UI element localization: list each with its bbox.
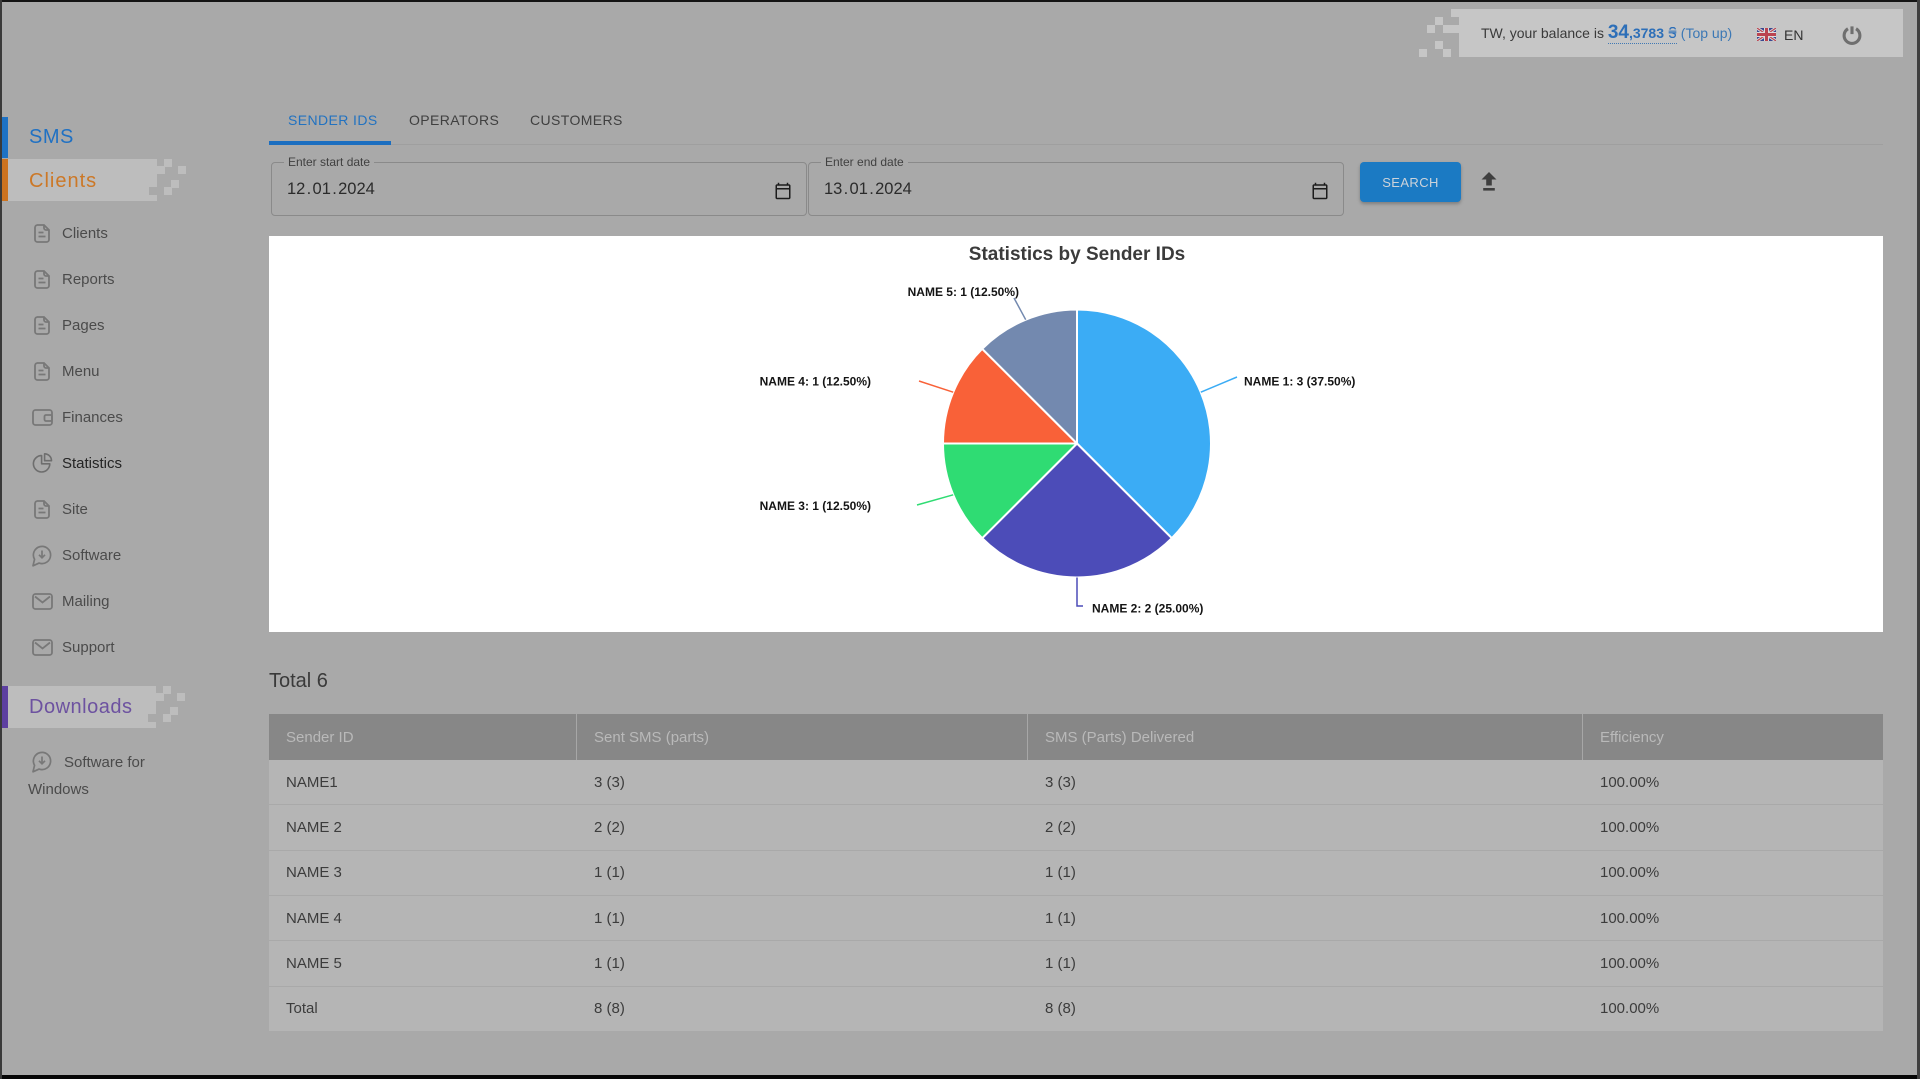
svg-text:NAME 3: 1 (12.50%): NAME 3: 1 (12.50%) xyxy=(760,499,871,513)
svg-text:NAME 1: 3 (37.50%): NAME 1: 3 (37.50%) xyxy=(1244,375,1355,389)
svg-text:NAME 5: 1 (12.50%): NAME 5: 1 (12.50%) xyxy=(908,285,1019,299)
svg-text:Statistics by Sender IDs: Statistics by Sender IDs xyxy=(969,244,1185,265)
svg-text:NAME 2: 2 (25.00%): NAME 2: 2 (25.00%) xyxy=(1092,602,1203,616)
svg-text:NAME 4: 1 (12.50%): NAME 4: 1 (12.50%) xyxy=(760,375,871,389)
